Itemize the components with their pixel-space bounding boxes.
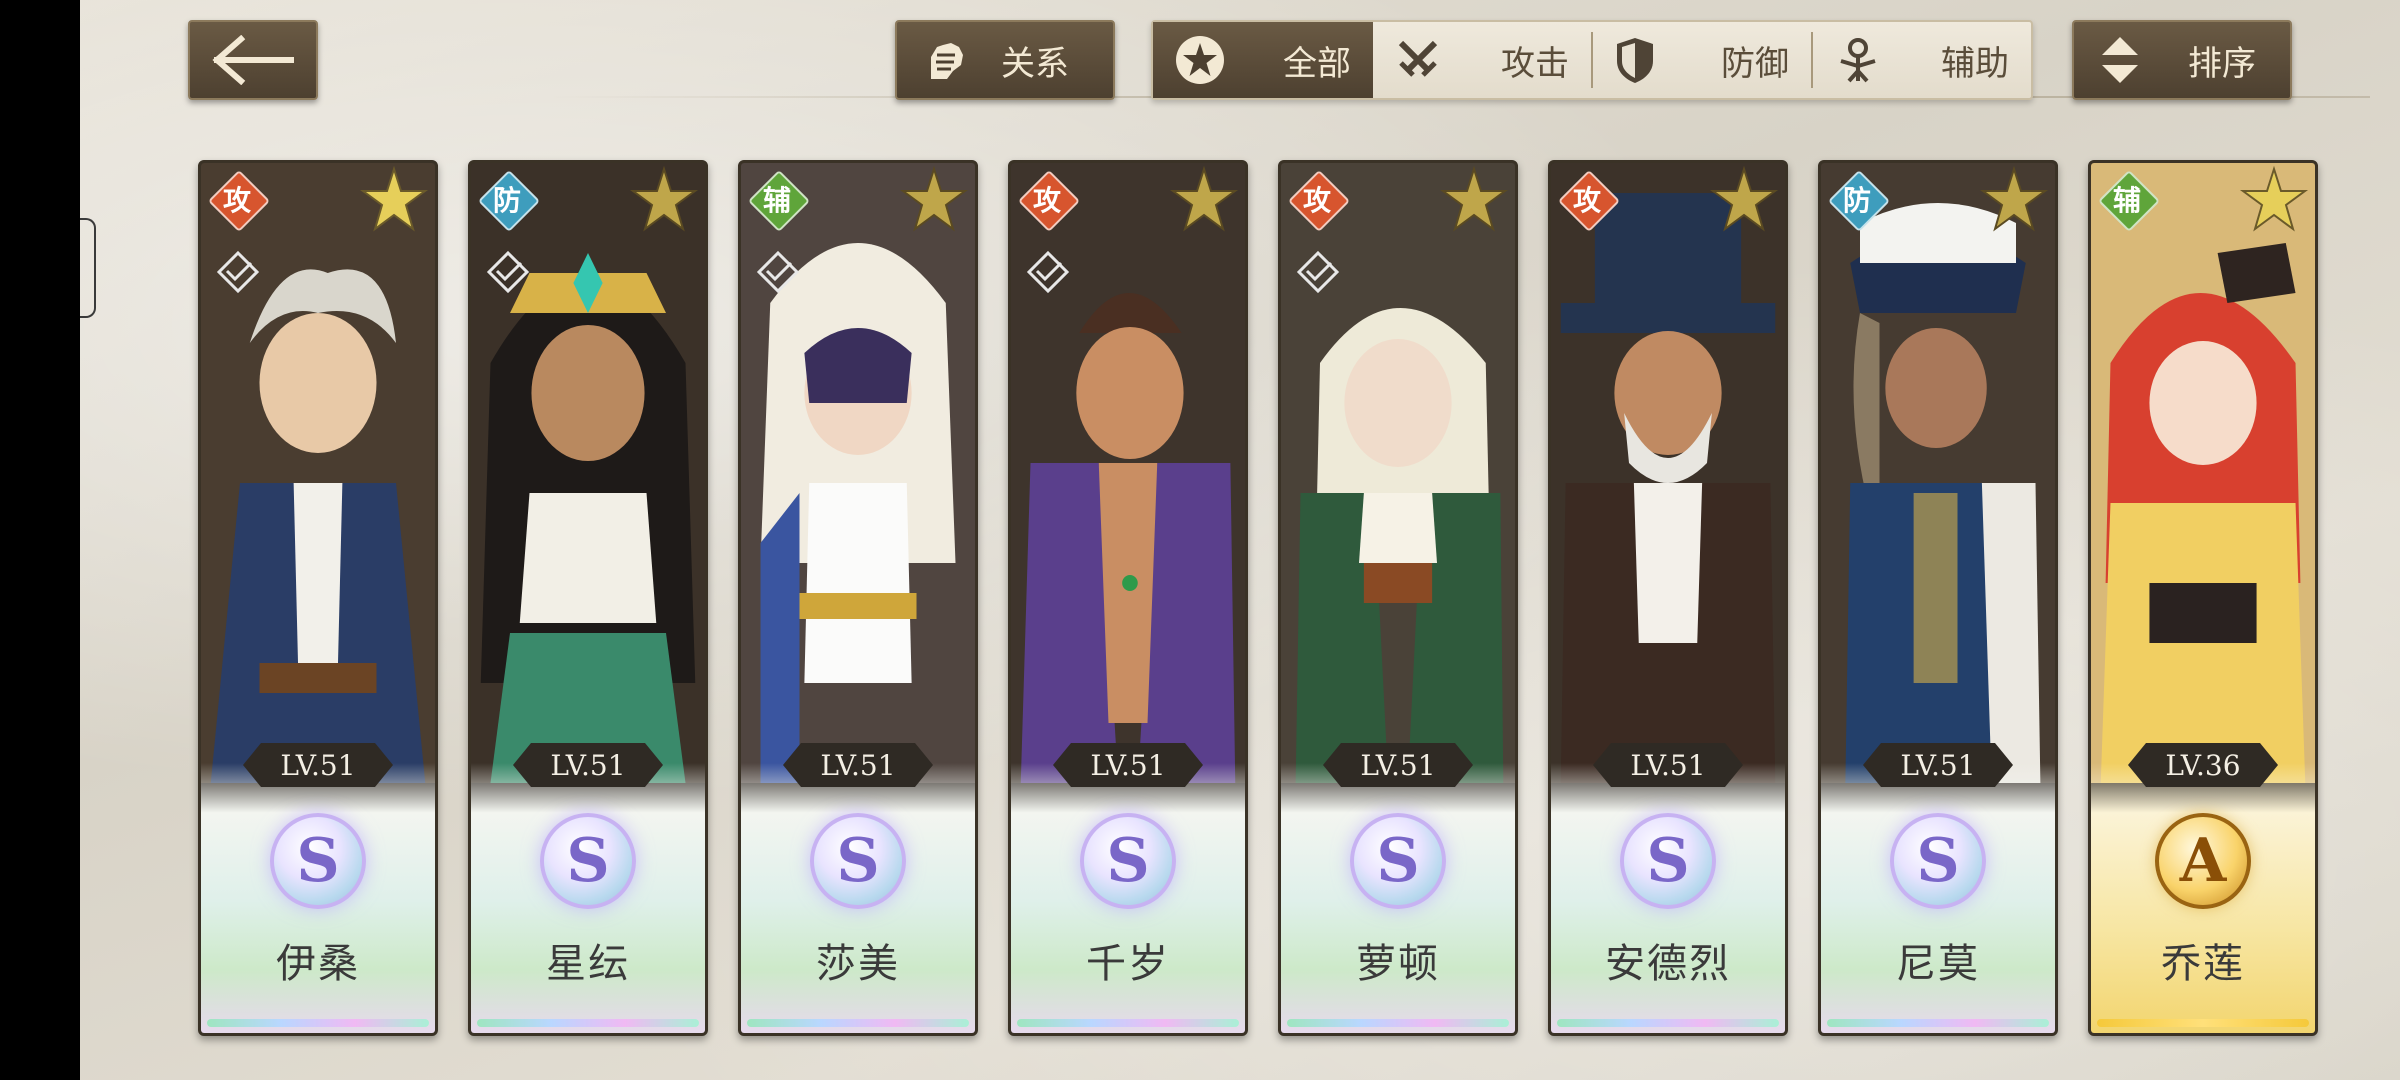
rarity-bar [2097,1019,2309,1027]
hero-level: LV.51 [1053,743,1203,787]
crossed-swords-icon [1398,40,1438,77]
tab-defense[interactable]: 防御 [1593,22,1811,98]
arrow-left-icon [212,35,294,85]
hero-name: 千岁 [1086,941,1170,987]
hero-card[interactable]: 攻 LV.51 S 安德烈 [1548,160,1788,1036]
hero-name: 莎美 [816,941,900,987]
hero-name: 安德烈 [1605,941,1731,987]
hero-name: 尼莫 [1896,941,1980,987]
tab-support[interactable]: 辅助 [1813,22,2031,98]
hero-card[interactable]: 辅 LV.36 A 乔莲 [2088,160,2318,1036]
hero-card[interactable]: 攻 LV.51 S 萝顿 [1278,160,1518,1036]
hero-name: 星纭 [546,941,630,987]
tab-all-label: 全部 [1283,43,1351,84]
grade-badge: A [2155,813,2251,909]
grade-badge: S [1620,813,1716,909]
tab-attack[interactable]: 攻击 [1373,22,1591,98]
role-badge-defense: 防 [1829,171,1885,227]
star-icon [629,165,699,232]
hero-name: 乔莲 [2161,941,2245,987]
hero-portrait [2091,163,2315,783]
owned-check-icon [486,250,530,294]
hero-name: 萝顿 [1356,941,1440,987]
hero-level: LV.51 [243,743,393,787]
star-icon [1979,165,2049,232]
hero-level: LV.51 [1593,743,1743,787]
owned-check-icon [1026,250,1070,294]
role-badge-support: 辅 [2099,171,2155,227]
role-badge-support: 辅 [749,171,805,227]
rarity-bar [1557,1019,1779,1027]
grade-badge: S [270,813,366,909]
grade-badge: S [1350,813,1446,909]
owned-check-icon [756,250,800,294]
hero-portrait [1821,163,2055,783]
role-badge-attack: 攻 [209,171,265,227]
gauntlet-icon [931,43,963,79]
hero-portrait [1551,163,1785,783]
owned-check-icon [1296,250,1340,294]
role-badge-defense: 防 [479,171,535,227]
hero-roster-screen: 关系 全部 攻击 防御 辅助 排序 攻 LV.51 S 伊桑 防 LV.51 S… [80,0,2400,1080]
sort-button[interactable]: 排序 [2072,20,2292,100]
star-circle-icon [1176,36,1224,84]
hero-card[interactable]: 防 LV.51 S 尼莫 [1818,160,2058,1036]
screen-notch [80,218,96,318]
rarity-bar [207,1019,429,1027]
role-badge-attack: 攻 [1559,171,1615,227]
sort-arrows-icon [2102,37,2138,83]
star-icon [1439,165,1509,232]
star-icon [2239,165,2309,232]
back-button[interactable] [188,20,318,100]
star-icon [1709,165,1779,232]
grade-badge: S [810,813,906,909]
hero-card[interactable]: 攻 LV.51 S 千岁 [1008,160,1248,1036]
grade-badge: S [1080,813,1176,909]
grade-badge: S [540,813,636,909]
star-icon [899,165,969,232]
tab-attack-label: 攻击 [1501,43,1569,84]
shield-icon [1617,38,1653,83]
grade-badge: S [1890,813,1986,909]
rarity-bar [1017,1019,1239,1027]
hero-level: LV.51 [783,743,933,787]
role-filter-bar: 全部 攻击 防御 辅助 [1151,20,2033,100]
relation-button[interactable]: 关系 [895,20,1115,100]
hero-level: LV.51 [1863,743,2013,787]
hero-card[interactable]: 攻 LV.51 S 伊桑 [198,160,438,1036]
hero-level: LV.51 [1323,743,1473,787]
rarity-bar [477,1019,699,1027]
hero-name: 伊桑 [276,941,360,987]
hero-card[interactable]: 防 LV.51 S 星纭 [468,160,708,1036]
rarity-bar [1287,1019,1509,1027]
hero-card[interactable]: 辅 LV.51 S 莎美 [738,160,978,1036]
role-badge-attack: 攻 [1289,171,1345,227]
owned-check-icon [216,250,260,294]
hero-level: LV.36 [2128,743,2278,787]
support-figure-icon [1840,38,1876,83]
rarity-bar [1827,1019,2049,1027]
rarity-bar [747,1019,969,1027]
hero-level: LV.51 [513,743,663,787]
star-icon [1169,165,1239,232]
tab-support-label: 辅助 [1941,43,2009,84]
tab-all[interactable]: 全部 [1153,22,1373,98]
tab-defense-label: 防御 [1721,43,1789,84]
sort-label: 排序 [2188,43,2256,84]
relation-label: 关系 [1001,43,1069,84]
star-icon [359,165,429,232]
role-badge-attack: 攻 [1019,171,1075,227]
